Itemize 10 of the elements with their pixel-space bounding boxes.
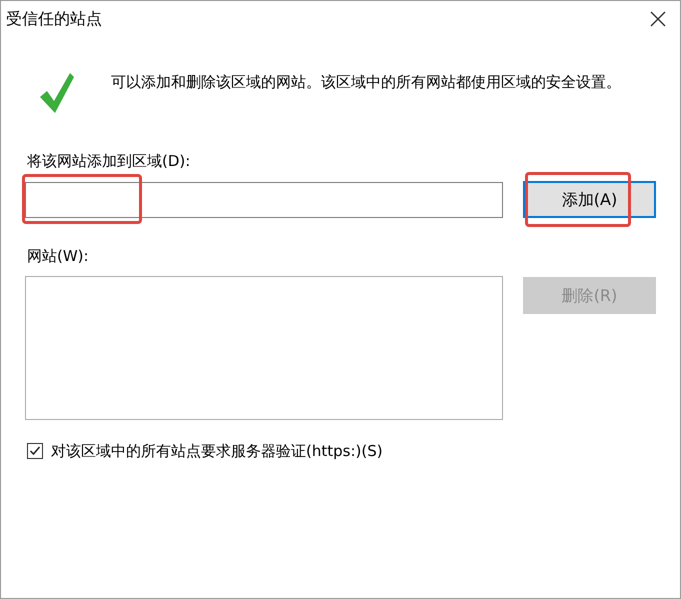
checkmark-icon <box>39 71 75 115</box>
close-icon[interactable] <box>650 11 666 27</box>
website-input-field[interactable] <box>25 182 503 218</box>
window-title: 受信任的站点 <box>6 8 102 30</box>
list-label: 网站(W): <box>27 247 89 265</box>
info-text: 可以添加和删除该区域的网站。该区域中的所有网站都使用区域的安全设置。 <box>111 72 621 93</box>
field-label: 将该网站添加到区域(D): <box>27 152 190 170</box>
checkbox-label: 对该区域中的所有站点要求服务器验证(https:)(S) <box>51 441 383 462</box>
checkbox[interactable] <box>27 443 43 460</box>
dialog-button[interactable]: 添加(A) <box>523 181 656 218</box>
